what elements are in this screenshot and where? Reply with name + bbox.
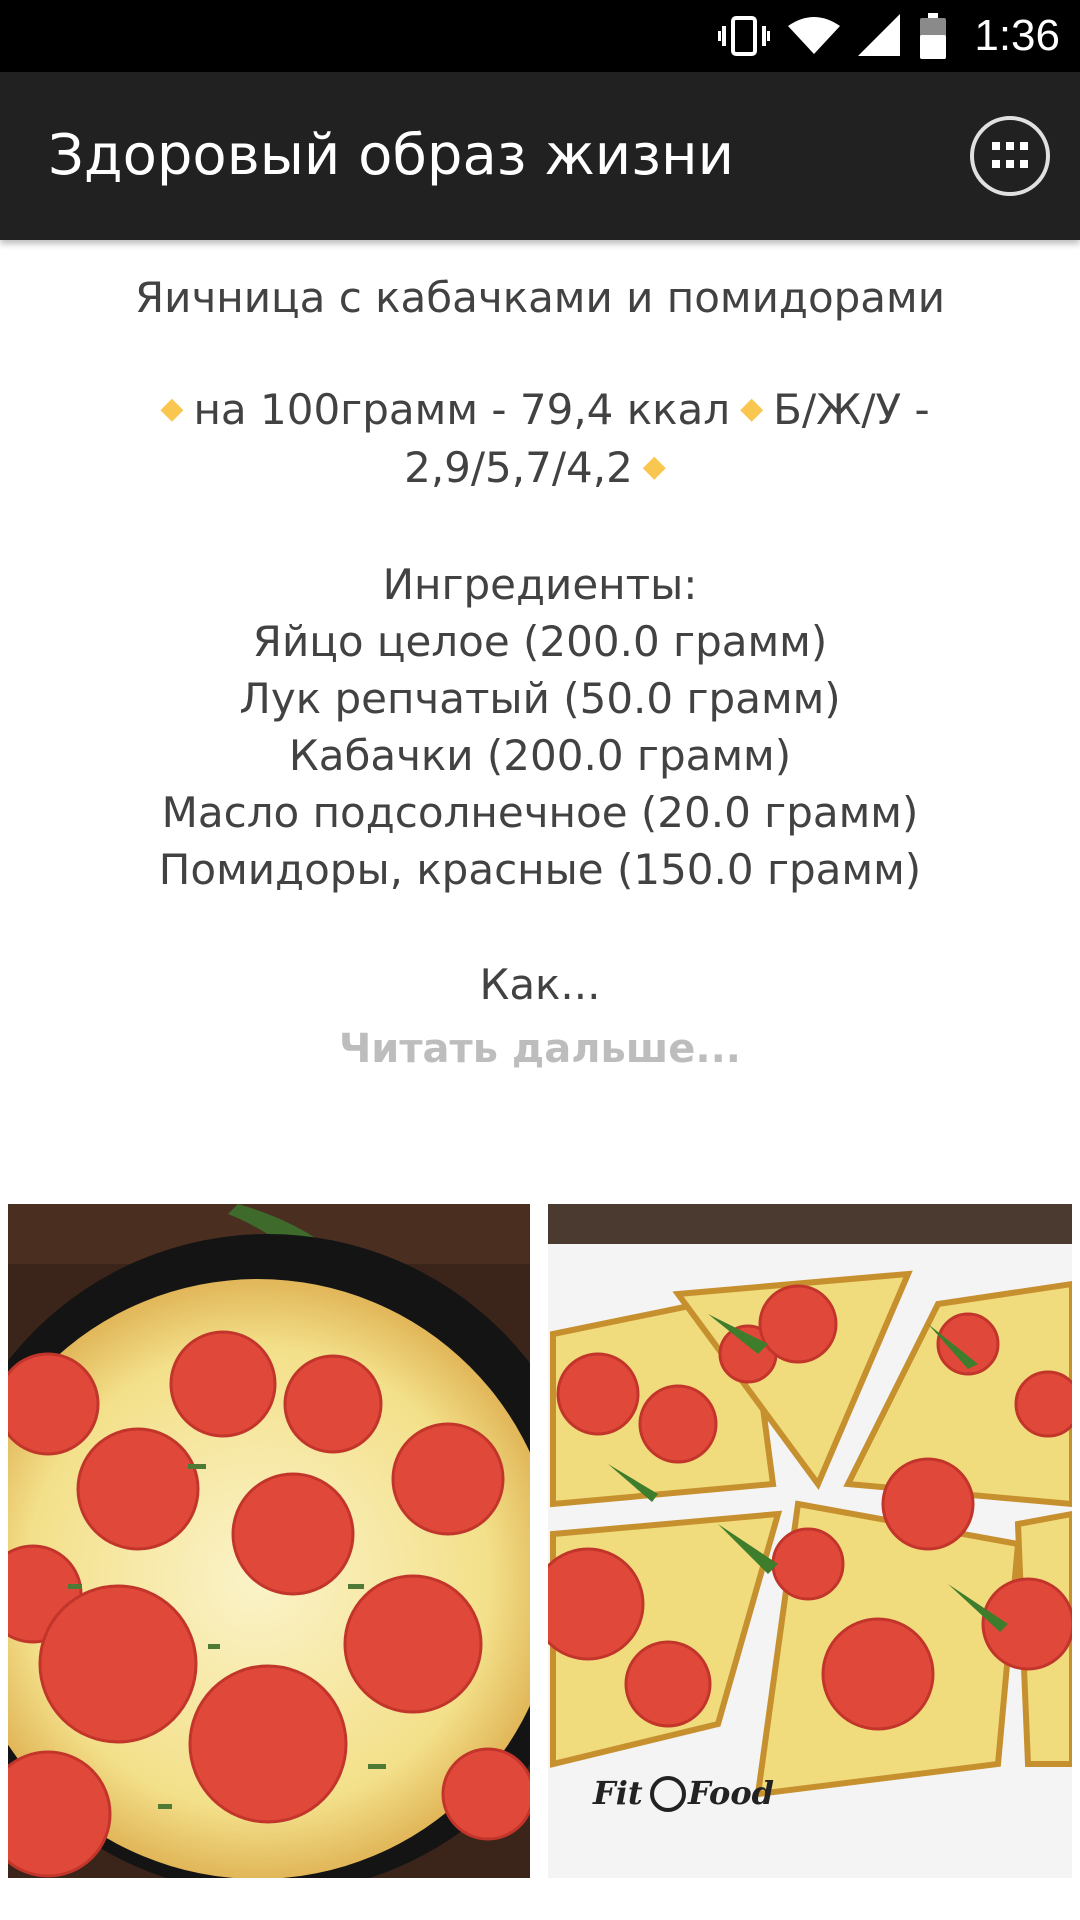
ingredient-item: Масло подсолнечное (20.0 грамм) <box>161 788 919 837</box>
clock: 1:36 <box>974 11 1060 60</box>
apps-menu-button[interactable] <box>970 116 1050 196</box>
signal-icon <box>858 14 902 58</box>
bullet-diamond-icon: ◆ <box>740 391 764 426</box>
ingredients-list: Яйцо целое (200.0 грамм) Лук репчатый (5… <box>0 613 1080 898</box>
ingredient-item: Яйцо целое (200.0 грамм) <box>252 617 828 666</box>
nutrition-info: ◆ на 100грамм - 79,4 ккал ◆ Б/Ж/У - 2,9/5,7… <box>80 380 1000 496</box>
bullet-diamond-icon: ◆ <box>160 391 184 426</box>
bullet-diamond-icon: ◆ <box>642 449 666 484</box>
app-bar: Здоровый образ жизни <box>0 72 1080 240</box>
battery-icon <box>920 13 947 59</box>
apps-grid-icon <box>992 142 1028 168</box>
wifi-icon <box>788 16 841 56</box>
read-more-link[interactable]: Читать дальше... <box>0 1021 1080 1077</box>
calories-text: на 100грамм - 79,4 ккал <box>193 385 731 434</box>
recipe-title: Яичница с кабачками и помидорами <box>134 273 946 322</box>
ingredient-item: Кабачки (200.0 грамм) <box>288 731 792 780</box>
recipe-card: Яичница с кабачками и помидорами ◆ на 100… <box>0 240 1080 1077</box>
status-icons: 1:36 <box>718 0 1060 72</box>
macros-value: 2,9/5,7/4,2 <box>404 443 633 492</box>
recipe-photos: Fit Food <box>8 1204 1072 1878</box>
status-bar: 1:36 <box>0 0 1080 72</box>
ingredient-item: Помидоры, красные (150.0 грамм) <box>158 845 922 894</box>
ingredient-item: Лук репчатый (50.0 грамм) <box>239 674 841 723</box>
photo-frittata-skillet[interactable] <box>8 1204 530 1878</box>
watermark-food: Food <box>687 1774 774 1812</box>
vibrate-icon <box>718 14 771 58</box>
macros-label: Б/Ж/У - <box>773 385 930 434</box>
watermark-fit: Fit <box>592 1774 643 1812</box>
method-preview: Как... <box>479 960 601 1009</box>
ingredients-heading: Ингредиенты: <box>382 560 698 609</box>
app-title: Здоровый образ жизни <box>48 123 734 188</box>
photo-frittata-slices[interactable]: Fit Food <box>548 1204 1072 1878</box>
